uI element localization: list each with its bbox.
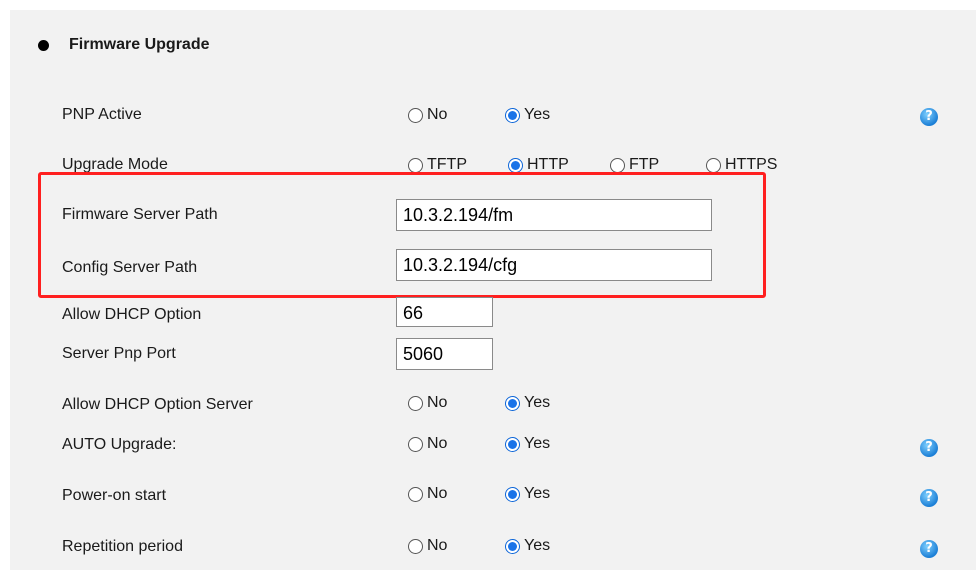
- option-label: Yes: [524, 394, 551, 411]
- power-on-start-yes-option[interactable]: Yes: [505, 485, 550, 503]
- radio-icon[interactable]: [706, 157, 721, 173]
- red-highlight-box: [38, 172, 766, 298]
- allow-dhcp-option-label: Allow DHCP Option: [62, 306, 202, 323]
- radio-icon[interactable]: [408, 107, 423, 123]
- pnp-active-yes-option[interactable]: Yes: [505, 106, 550, 124]
- auto-upgrade-label: AUTO Upgrade:: [62, 436, 177, 453]
- help-icon[interactable]: ?: [920, 439, 938, 457]
- pnp-active-no-option[interactable]: No: [408, 106, 447, 124]
- allow-dhcp-option-server-no-option[interactable]: No: [408, 394, 447, 412]
- option-label: No: [427, 394, 448, 411]
- allow-dhcp-option-server-label: Allow DHCP Option Server: [62, 396, 253, 413]
- server-pnp-port-input[interactable]: 5060: [396, 338, 493, 370]
- radio-selected-icon[interactable]: [505, 538, 520, 554]
- pnp-active-label: PNP Active: [62, 106, 142, 123]
- radio-icon[interactable]: [408, 157, 423, 173]
- option-label: Yes: [524, 485, 551, 502]
- option-label: Yes: [524, 537, 551, 554]
- help-icon[interactable]: ?: [920, 108, 938, 126]
- option-label: Yes: [524, 435, 551, 452]
- allow-dhcp-option-input[interactable]: 66: [396, 297, 493, 327]
- auto-upgrade-yes-option[interactable]: Yes: [505, 435, 550, 453]
- radio-icon[interactable]: [610, 157, 625, 173]
- repetition-period-no-option[interactable]: No: [408, 537, 447, 555]
- option-label: No: [427, 485, 448, 502]
- bullet-icon: [38, 39, 49, 51]
- option-label: No: [427, 106, 448, 123]
- radio-selected-icon[interactable]: [505, 395, 520, 411]
- radio-icon[interactable]: [408, 395, 423, 411]
- radio-selected-icon[interactable]: [508, 157, 523, 173]
- radio-icon[interactable]: [408, 538, 423, 554]
- help-icon[interactable]: ?: [920, 489, 938, 507]
- radio-selected-icon[interactable]: [505, 486, 520, 502]
- help-icon[interactable]: ?: [920, 540, 938, 558]
- repetition-period-label: Repetition period: [62, 538, 183, 555]
- server-pnp-port-label: Server Pnp Port: [62, 345, 176, 362]
- radio-selected-icon[interactable]: [505, 107, 520, 123]
- radio-icon[interactable]: [408, 436, 423, 452]
- section-header: Firmware Upgrade: [38, 36, 209, 54]
- auto-upgrade-no-option[interactable]: No: [408, 435, 447, 453]
- radio-icon[interactable]: [408, 486, 423, 502]
- power-on-start-no-option[interactable]: No: [408, 485, 447, 503]
- option-label: No: [427, 537, 448, 554]
- option-label: No: [427, 435, 448, 452]
- section-title: Firmware Upgrade: [69, 36, 210, 53]
- repetition-period-yes-option[interactable]: Yes: [505, 537, 550, 555]
- radio-selected-icon[interactable]: [505, 436, 520, 452]
- allow-dhcp-option-server-yes-option[interactable]: Yes: [505, 394, 550, 412]
- option-label: Yes: [524, 106, 551, 123]
- power-on-start-label: Power-on start: [62, 487, 167, 504]
